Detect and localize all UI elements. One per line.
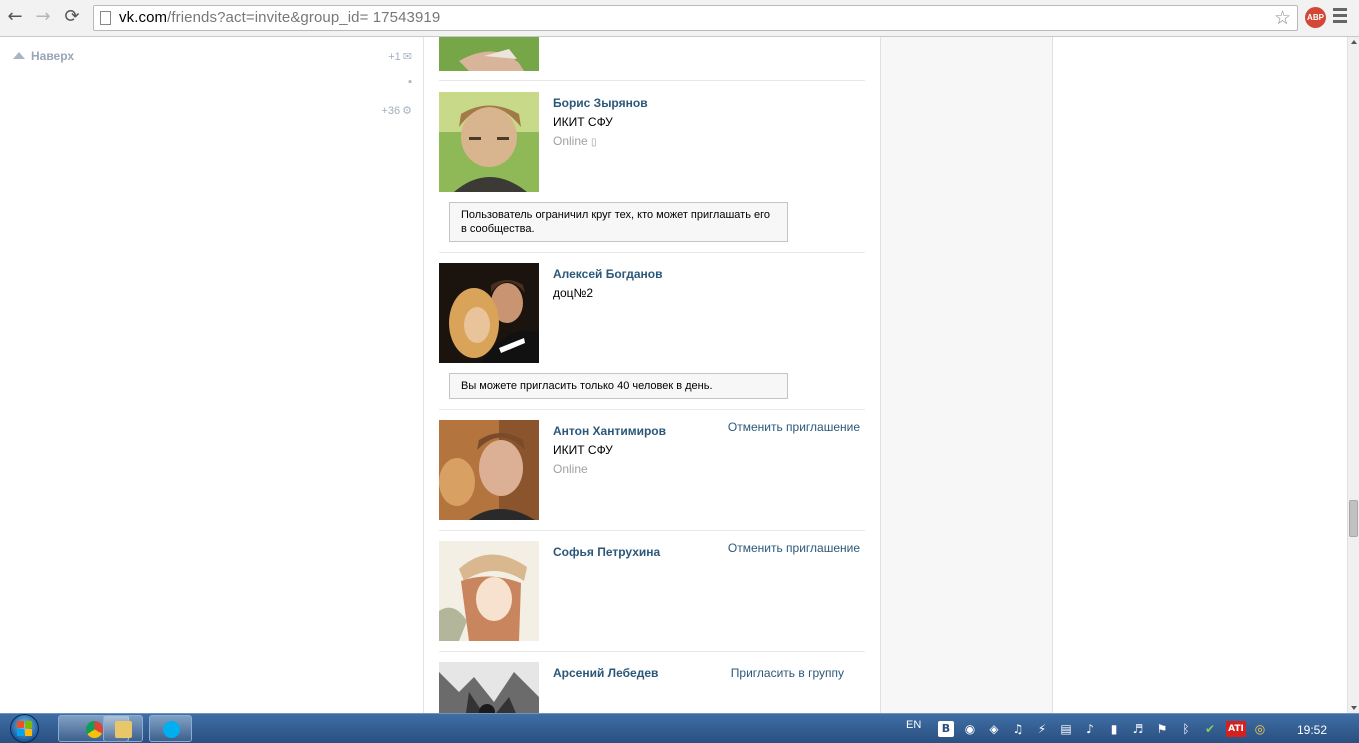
comments-indicator[interactable]: ▪	[370, 76, 412, 88]
online-status: Online	[553, 462, 588, 476]
page-viewport: Наверх +1 ✉ ▪ +36 ⚙ Борис Зырянов ИКИТ С…	[0, 37, 1347, 713]
bookmark-star-icon[interactable]: ☆	[1274, 7, 1291, 29]
back-button[interactable]: ←	[4, 6, 26, 28]
chrome-menu-icon[interactable]	[1333, 8, 1347, 26]
start-button[interactable]	[4, 714, 46, 743]
forward-arrow-icon: →	[35, 6, 51, 27]
friend-info: ИКИТ СФУ	[553, 443, 613, 457]
taskbar-skype[interactable]	[149, 715, 192, 742]
envelope-icon: ✉	[402, 51, 412, 63]
friend-name[interactable]: Арсений Лебедев	[553, 666, 658, 680]
forward-button[interactable]: →	[32, 6, 54, 28]
url-host: vk.com	[119, 9, 168, 26]
ati-icon[interactable]: ATI	[1226, 721, 1246, 737]
list-item: Софья Петрухина Отменить приглашение	[439, 541, 865, 652]
system-clock[interactable]: 19:52	[1297, 723, 1327, 737]
mobile-icon: ▯	[591, 137, 597, 148]
speech-bubble-icon: ▪	[408, 76, 412, 88]
scrollbar-thumb[interactable]	[1349, 500, 1358, 537]
bluetooth-icon[interactable]: ᛒ	[1178, 721, 1194, 737]
tray-check-icon[interactable]: ✔	[1202, 721, 1218, 737]
url-path: /friends?act=invite&group_id= 17543919	[167, 9, 441, 26]
cancel-invite-link[interactable]: Отменить приглашение	[728, 420, 860, 434]
friend-name[interactable]: Антон Хантимиров	[553, 424, 666, 438]
friend-info: доц№2	[553, 286, 594, 300]
notifications-count: +36	[381, 105, 401, 117]
gear-icon: ⚙	[402, 105, 412, 117]
to-top-label: Наверх	[31, 49, 75, 63]
volume-icon[interactable]: ♪	[1082, 721, 1098, 737]
notification-bell-icon[interactable]: ♫	[1010, 721, 1026, 737]
online-status: Online ▯	[553, 134, 597, 148]
avatar[interactable]	[439, 37, 539, 71]
notifications-indicator[interactable]: +36 ⚙	[370, 104, 412, 117]
vertical-scrollbar[interactable]	[1347, 37, 1359, 713]
messages-count: +1	[388, 51, 401, 63]
avatar[interactable]	[439, 420, 539, 520]
tray-shield-icon[interactable]: ◈	[986, 721, 1002, 737]
action-center-flag-icon[interactable]: ⚑	[1154, 721, 1170, 737]
avatar[interactable]	[439, 662, 539, 713]
invite-notice: Пользователь ограничил круг тех, кто мож…	[449, 202, 788, 242]
address-bar[interactable]: vk.com/friends?act=invite&group_id= 1754…	[93, 5, 1298, 31]
chrome-icon	[86, 721, 103, 738]
list-item: Алексей Богданов доц№2 Вы можете приглас…	[439, 263, 865, 410]
invite-to-group-link[interactable]: Пригласить в группу	[731, 666, 844, 680]
browser-toolbar: ← → ⟳ vk.com/friends?act=invite&group_id…	[0, 0, 1359, 37]
friend-name[interactable]: Борис Зырянов	[553, 96, 648, 110]
tray-app-icon[interactable]: ◉	[962, 721, 978, 737]
right-sidebar	[880, 37, 1053, 713]
adblock-icon[interactable]: ABP	[1305, 7, 1326, 28]
friend-info: ИКИТ СФУ	[553, 115, 613, 129]
tray-device-icon[interactable]: ▤	[1058, 721, 1074, 737]
vk-tray-icon[interactable]: B	[938, 721, 954, 737]
list-item: Арсений Лебедев Пригласить в группу	[439, 662, 865, 713]
friend-name[interactable]: Алексей Богданов	[553, 267, 662, 281]
list-item	[439, 37, 865, 81]
language-indicator[interactable]: EN	[906, 719, 921, 731]
avatar[interactable]	[439, 263, 539, 363]
scroll-to-top-link[interactable]: Наверх	[13, 49, 74, 63]
reload-icon: ⟳	[64, 6, 80, 27]
avatar[interactable]	[439, 541, 539, 641]
url-text[interactable]: vk.com/friends?act=invite&group_id= 1754…	[119, 9, 440, 26]
scroll-up-icon[interactable]	[1351, 40, 1357, 44]
back-arrow-icon: ←	[7, 6, 23, 27]
avatar[interactable]	[439, 92, 539, 192]
windows-taskbar: EN B ◉ ◈ ♫ ⚡ ▤ ♪ ▮ ♬ ⚑ ᛒ ✔ ATI ◎ 19:52	[0, 713, 1359, 743]
cancel-invite-link[interactable]: Отменить приглашение	[728, 541, 860, 555]
list-item: Антон Хантимиров ИКИТ СФУ Online Отменит…	[439, 420, 865, 531]
messages-indicator[interactable]: +1 ✉	[370, 50, 412, 63]
reload-button[interactable]: ⟳	[61, 6, 83, 28]
windows-logo-icon	[17, 721, 32, 736]
folder-icon	[115, 721, 132, 738]
arrow-up-icon	[13, 52, 25, 59]
page-icon	[100, 11, 111, 25]
network-signal-icon[interactable]: ▮	[1106, 721, 1122, 737]
tray-flash-icon[interactable]: ⚡	[1034, 721, 1050, 737]
friend-name[interactable]: Софья Петрухина	[553, 545, 660, 559]
content-divider	[423, 37, 424, 713]
scroll-down-icon[interactable]	[1351, 706, 1357, 710]
taskbar-explorer[interactable]	[103, 715, 143, 742]
tray-music-icon[interactable]: ♬	[1130, 721, 1146, 737]
invite-notice: Вы можете пригласить только 40 человек в…	[449, 373, 788, 399]
list-item: Борис Зырянов ИКИТ СФУ Online ▯ Пользова…	[439, 92, 865, 253]
tray-app-orange-icon[interactable]: ◎	[1252, 721, 1268, 737]
skype-icon	[163, 721, 180, 738]
